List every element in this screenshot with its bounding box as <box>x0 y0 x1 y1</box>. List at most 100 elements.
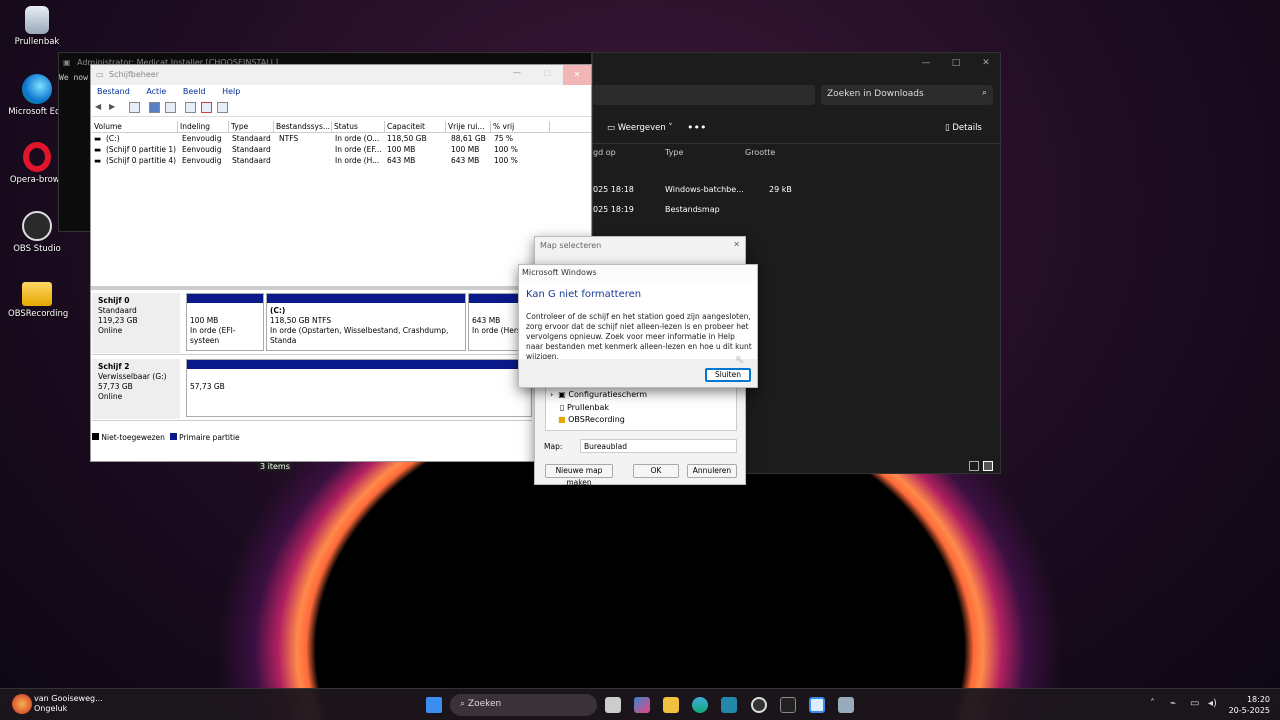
file-row[interactable]: 025 18:18 Windows-batchbe... 29 kB <box>593 185 792 194</box>
settings-icon[interactable] <box>217 102 228 113</box>
close-button[interactable]: ✕ <box>971 53 1001 73</box>
menu-actie[interactable]: Actie <box>146 87 166 96</box>
column-header-filesystem[interactable]: Bestandssys... <box>274 121 332 133</box>
maximize-button[interactable]: □ <box>941 53 971 73</box>
cell-pct: 75 % <box>494 134 514 143</box>
search-placeholder: Zoeken in Downloads <box>827 89 924 99</box>
view-menu[interactable]: ▭ Weergeven ˅ <box>607 123 673 133</box>
cell-status: In orde (EF... <box>335 145 382 154</box>
search-input[interactable]: Zoeken in Downloads ⌕ <box>821 85 993 105</box>
task-view-icon[interactable] <box>605 697 621 713</box>
error-heading: Kan G niet formatteren <box>526 289 642 300</box>
desktop-icon-obsrecording[interactable]: OBSRecording <box>8 282 68 319</box>
cell-free: 88,61 GB <box>451 134 486 143</box>
forward-icon[interactable]: ▶ <box>109 102 120 113</box>
new-folder-button[interactable]: Nieuwe map maken <box>545 464 613 487</box>
folder-label: Map: <box>544 442 563 451</box>
obs-icon[interactable] <box>751 697 767 713</box>
network-icon[interactable]: ⌁ <box>1170 698 1176 709</box>
clock-time: 18:20 <box>1246 695 1270 704</box>
table-row[interactable]: ▬ (Schijf 0 partitie 4) Eenvoudig Standa… <box>92 156 532 167</box>
disk-management-icon[interactable] <box>809 697 825 713</box>
minimize-button[interactable]: — <box>513 68 521 77</box>
address-bar[interactable] <box>593 85 815 105</box>
check-icon[interactable] <box>201 102 212 113</box>
close-icon[interactable]: ✕ <box>733 240 740 249</box>
tree-item-control-panel[interactable]: › ▣ Configuratiescherm <box>546 388 736 401</box>
dialog-title-text: Map selecteren <box>540 241 602 250</box>
column-header-percent[interactable]: % vrij <box>491 121 550 133</box>
cmd-icon: ▣ <box>63 58 71 67</box>
volume-icon[interactable]: ◂) <box>1208 698 1217 709</box>
file-explorer-icon[interactable] <box>663 697 679 713</box>
list-icon[interactable] <box>129 102 140 113</box>
weather-subtitle: Ongeluk <box>34 704 68 713</box>
tray-chevron-icon[interactable]: ˄ <box>1150 698 1155 709</box>
partition-efi[interactable]: 100 MB In orde (EFI-systeen <box>186 293 264 351</box>
search-box[interactable]: ⌕ Zoeken <box>450 694 597 716</box>
disk-name: Schijf 2 <box>98 362 130 371</box>
terminal-icon[interactable] <box>780 697 796 713</box>
ok-button[interactable]: OK <box>633 464 679 478</box>
store-icon[interactable] <box>721 697 737 713</box>
column-header-capacity[interactable]: Capaciteit <box>385 121 446 133</box>
column-header-status[interactable]: Status <box>332 121 385 133</box>
partition-c[interactable]: (C:) 118,50 GB NTFS In orde (Opstarten, Wi… <box>266 293 466 351</box>
file-type: Windows-batchbe... <box>665 185 744 194</box>
disk-info[interactable]: Schijf 2 Verwisselbaar (G:) 57,73 GB Onl… <box>92 359 180 419</box>
tiles-view-icon[interactable] <box>983 461 993 471</box>
tree-item-recycle-bin[interactable]: ▯ Prullenbak <box>546 401 736 414</box>
menu-help[interactable]: Help <box>222 87 240 96</box>
maximize-button[interactable]: □ <box>543 68 551 77</box>
cell-pct: 100 % <box>494 145 518 154</box>
copilot-icon[interactable] <box>634 697 650 713</box>
connect-icon[interactable] <box>185 102 196 113</box>
cell-capacity: 643 MB <box>387 156 416 165</box>
file-row[interactable]: 025 18:19 Bestandsmap <box>593 205 720 214</box>
table-row[interactable]: ▬ (Schijf 0 partitie 1) Eenvoudig Standa… <box>92 145 532 156</box>
desktop-icon-recycle-bin[interactable]: Prullenbak <box>8 6 66 47</box>
weather-widget[interactable]: van Gooiseweg... Ongeluk <box>34 694 103 714</box>
column-header-volume[interactable]: Volume <box>92 121 178 133</box>
close-dialog-button[interactable]: Sluiten <box>705 368 751 382</box>
start-icon[interactable] <box>426 697 442 713</box>
disk-state: Online <box>98 392 123 401</box>
clock[interactable]: 18:20 20-5-2025 <box>1226 694 1270 716</box>
desktop-icon-label: Opera-brows <box>9 175 65 185</box>
column-header-type[interactable]: Type <box>665 148 683 157</box>
column-header-size[interactable]: Grootte <box>745 148 775 157</box>
column-header-type[interactable]: Type <box>229 121 274 133</box>
partition-g[interactable]: 57,73 GB <box>186 359 532 417</box>
disk-info[interactable]: Schijf 0 Standaard 119,23 GB Online <box>92 293 180 353</box>
table-row[interactable]: ▬ (C:) Eenvoudig Standaard NTFS In orde … <box>92 134 532 145</box>
cell-type: Standaard <box>232 145 271 154</box>
installer-icon[interactable] <box>838 697 854 713</box>
column-header-date[interactable]: gd op <box>593 148 616 157</box>
dialog-title: Map selecteren ✕ <box>535 237 745 255</box>
title-bar: ▭ Schijfbeheer — □ ✕ <box>91 65 591 85</box>
column-header-free[interactable]: Vrije rui... <box>446 121 491 133</box>
display-icon[interactable]: ▭ <box>1190 698 1199 709</box>
legend-label: Niet-toegewezen <box>101 433 165 442</box>
tree-item-obsrecording[interactable]: ■ OBSRecording <box>546 414 736 425</box>
menu-beeld[interactable]: Beeld <box>183 87 206 96</box>
details-pane-button[interactable]: ▯ Details <box>945 123 982 133</box>
properties-icon[interactable] <box>165 102 176 113</box>
folder-input[interactable]: Bureaublad <box>580 439 737 453</box>
menu-bestand[interactable]: Bestand <box>97 87 130 96</box>
list-view-icon[interactable] <box>969 461 979 471</box>
minimize-button[interactable]: — <box>911 53 941 73</box>
close-button[interactable]: ✕ <box>563 65 591 85</box>
edge-icon[interactable] <box>692 697 708 713</box>
more-options-icon[interactable]: ••• <box>687 121 706 134</box>
column-header-layout[interactable]: Indeling <box>178 121 229 133</box>
splitter[interactable] <box>91 286 591 290</box>
disk-size: 119,23 GB <box>98 316 138 325</box>
cancel-button[interactable]: Annuleren <box>687 464 737 478</box>
menu-bar: Bestand Actie Beeld Help <box>91 85 591 99</box>
back-icon[interactable]: ◀ <box>95 102 106 113</box>
help-icon[interactable] <box>149 102 160 113</box>
weather-icon[interactable] <box>12 694 32 714</box>
mouse-cursor-icon: ↖ <box>735 353 745 366</box>
cell-pct: 100 % <box>494 156 518 165</box>
